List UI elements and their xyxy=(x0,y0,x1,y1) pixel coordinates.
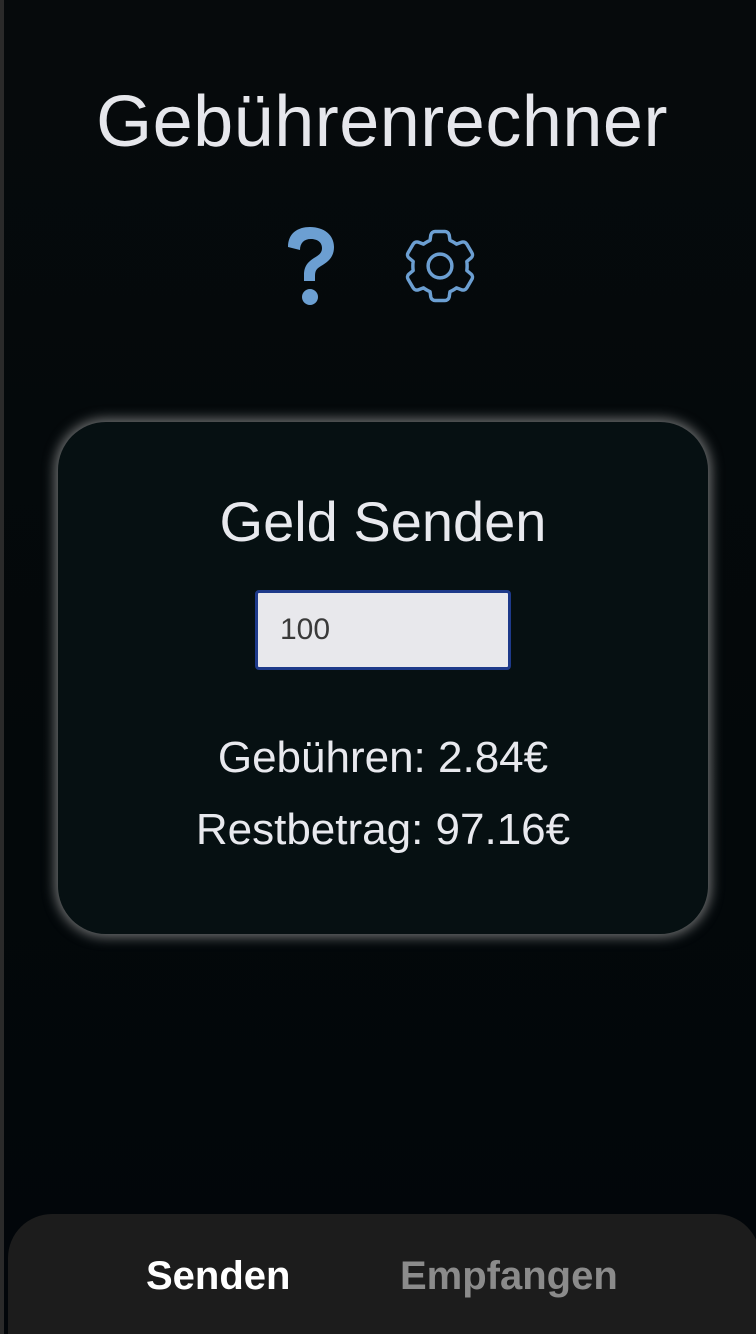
send-money-card: Geld Senden Gebühren: 2.84€ Restbetrag: … xyxy=(58,422,708,934)
gear-icon xyxy=(405,229,475,303)
app-screen: Gebührenrechner Geld Senden Gebühren: 2.… xyxy=(0,0,756,1334)
page-title: Gebührenrechner xyxy=(96,82,668,162)
remaining-amount-text: Restbetrag: 97.16€ xyxy=(195,805,571,854)
tab-empfangen[interactable]: Empfangen xyxy=(400,1256,618,1296)
card-title: Geld Senden xyxy=(219,490,547,553)
fees-text: Gebühren: 2.84€ xyxy=(217,733,549,782)
help-button[interactable] xyxy=(278,220,342,312)
tab-senden[interactable]: Senden xyxy=(146,1256,290,1296)
help-icon xyxy=(288,227,334,305)
bottom-tab-bar: Senden Empfangen xyxy=(8,1214,756,1334)
header-icon-row xyxy=(4,220,756,316)
amount-input[interactable] xyxy=(255,590,511,670)
settings-button[interactable] xyxy=(388,220,492,312)
